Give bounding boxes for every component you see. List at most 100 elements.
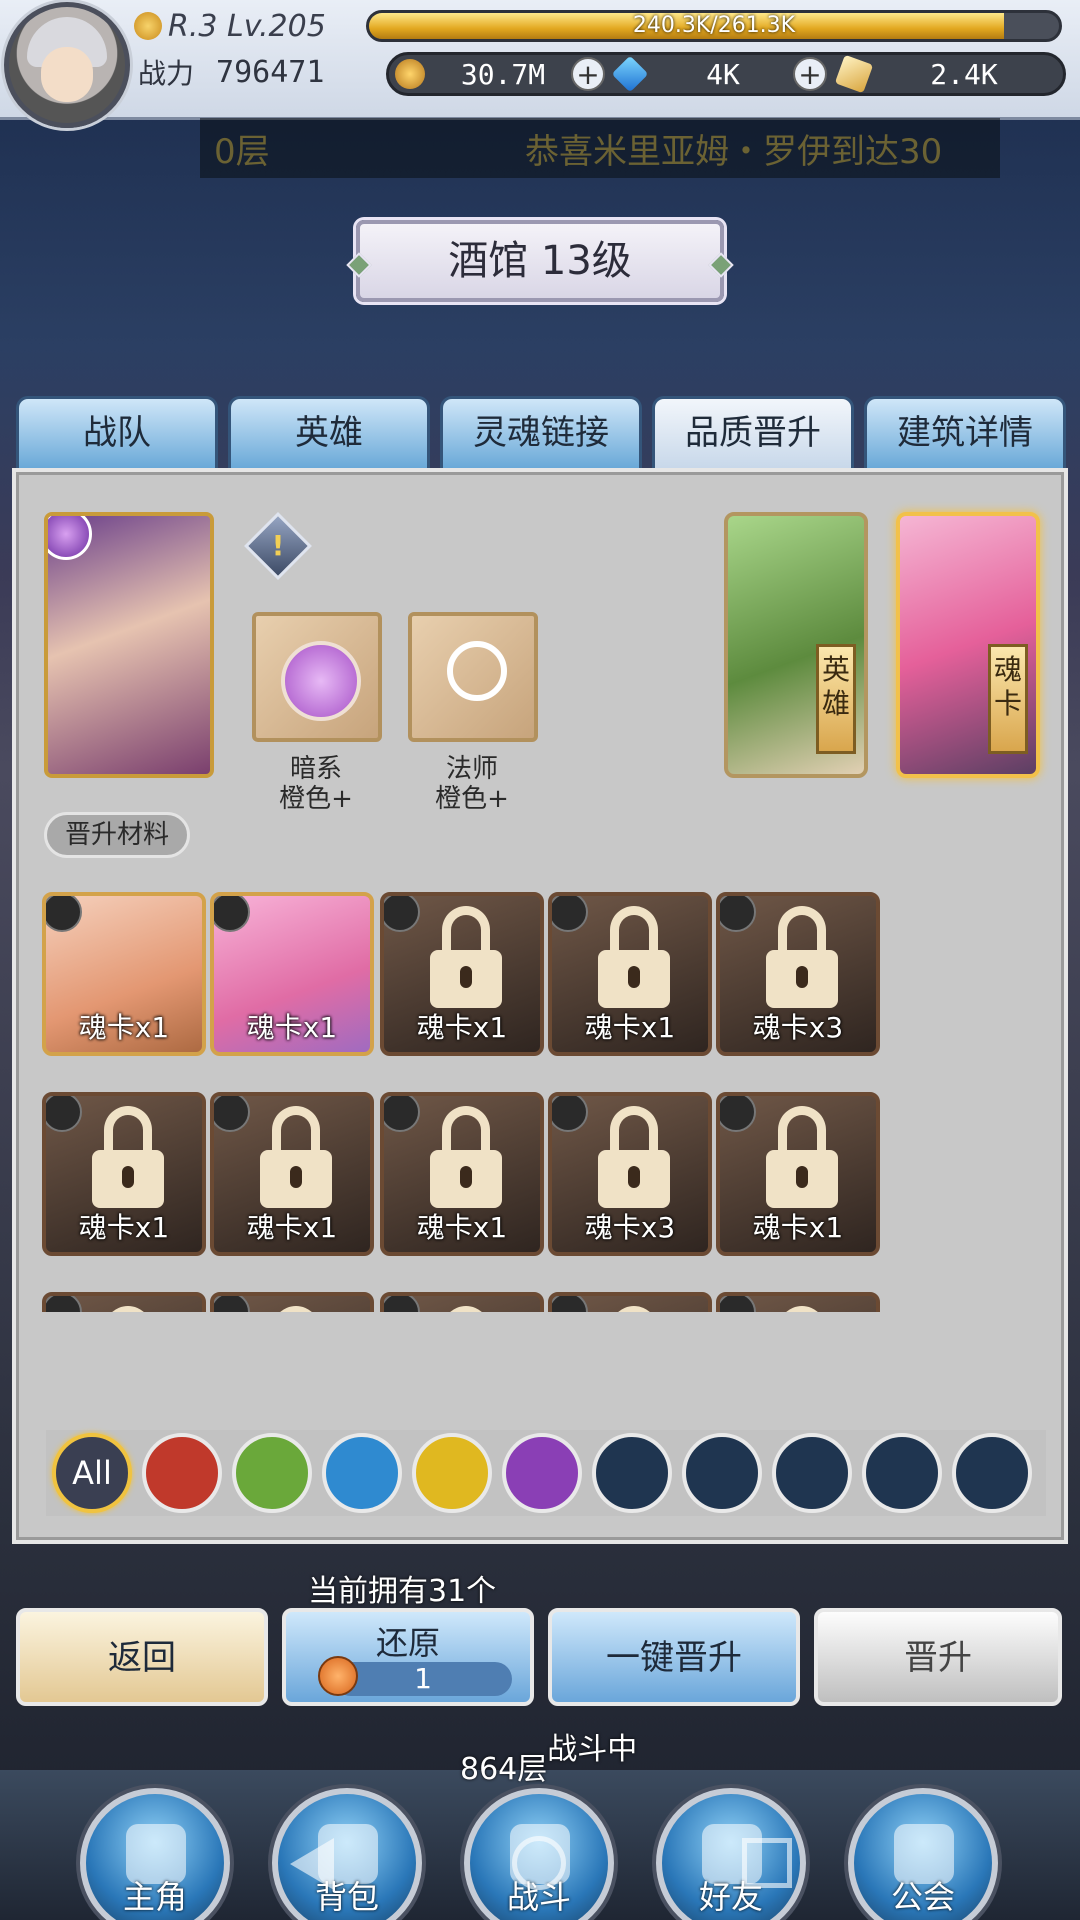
material-count: 魂卡x1 [78, 1011, 170, 1044]
restore-label: 还原 [375, 1624, 440, 1662]
material-card[interactable]: 魂卡x1 [210, 1092, 374, 1256]
nav-hero[interactable]: 主角 [80, 1788, 230, 1920]
filter-nature-icon[interactable] [232, 1433, 312, 1513]
mage-class-icon [48, 516, 92, 560]
materials-grid: 魂卡x1 魂卡x1 魂卡x1 魂卡x1 魂卡x3 魂卡x1 魂卡x1 魂卡x1 魂卡x3 魂卡x1 [16, 892, 1066, 1312]
system-back-icon[interactable] [290, 1838, 334, 1890]
filter-assassin-icon[interactable] [682, 1433, 762, 1513]
floor-status-state: 战斗中 [547, 1732, 638, 1767]
owned-count-text: 当前拥有31个 [308, 1574, 497, 1609]
back-button[interactable]: 返回 [16, 1608, 268, 1706]
tab-quality-upgrade[interactable]: 品质晋升 [652, 396, 854, 468]
material-card[interactable]: 魂卡x1 [380, 892, 544, 1056]
material-card[interactable]: 魂卡x1 [210, 892, 374, 1056]
material-card[interactable]: 魂卡x1 [548, 892, 712, 1056]
tab-heroes[interactable]: 英雄 [228, 396, 430, 468]
floor-status-floor: 864层 [460, 1752, 548, 1787]
restore-button[interactable]: 还原 1 [282, 1608, 534, 1706]
filter-mage-icon[interactable] [772, 1433, 852, 1513]
element-badge-icon [720, 896, 756, 932]
notice-message: 恭喜米里亚姆・罗伊到达30 [525, 131, 943, 172]
filter-dark-icon[interactable] [502, 1433, 582, 1513]
material-card[interactable] [548, 1292, 712, 1312]
upgrade-button[interactable]: 晋升 [814, 1608, 1062, 1706]
filter-water-icon[interactable] [322, 1433, 402, 1513]
lock-icon [430, 906, 502, 1008]
nav-guild[interactable]: 公会 [848, 1788, 998, 1920]
material-card[interactable]: 魂卡x1 [42, 1092, 206, 1256]
power-row: 战力 796471 [138, 52, 324, 92]
currency-soul: 2.4K [834, 54, 1049, 94]
tab-soul-link[interactable]: 灵魂链接 [440, 396, 642, 468]
filter-all-icon[interactable]: All [52, 1433, 132, 1513]
add-gem-button[interactable]: + [793, 57, 827, 91]
lock-icon [766, 1106, 838, 1208]
info-hint-icon[interactable]: ! [244, 512, 312, 580]
element-badge-icon [552, 1296, 588, 1312]
nav-hero-label: 主角 [122, 1878, 187, 1916]
requirement-dark-label: 暗系 橙色+ [246, 754, 386, 814]
element-badge-icon [552, 1096, 588, 1132]
banner-left-gem [346, 252, 372, 278]
material-count: 魂卡x1 [752, 1211, 844, 1244]
lock-icon [430, 1106, 502, 1208]
element-badge-icon [552, 896, 588, 932]
lock-icon [766, 906, 838, 1008]
power-value: 796471 [216, 54, 325, 90]
tab-bar: 战队 英雄 灵魂链接 品质晋升 建筑详情 [16, 396, 1066, 468]
material-count: 魂卡x1 [78, 1211, 170, 1244]
material-count: 魂卡x1 [246, 1211, 338, 1244]
material-count: 魂卡x1 [246, 1011, 338, 1044]
gold-value: 30.7M [460, 57, 546, 91]
material-count: 魂卡x3 [584, 1211, 676, 1244]
filter-tank-icon[interactable] [862, 1433, 942, 1513]
target-hero-card[interactable]: 英雄 [724, 512, 868, 778]
material-card[interactable] [210, 1292, 374, 1312]
filter-light-icon[interactable] [412, 1433, 492, 1513]
gold-coin-icon [395, 59, 425, 89]
target-soul-card[interactable]: 魂卡 [896, 512, 1040, 778]
mage-staff-icon [447, 641, 507, 701]
req-mage-line2: 橙色+ [435, 784, 509, 814]
avatar-face [41, 47, 93, 102]
material-count: 魂卡x1 [416, 1211, 508, 1244]
currency-gold: 30.7M + [395, 55, 605, 93]
material-card[interactable] [716, 1292, 880, 1312]
material-card[interactable]: 魂卡x3 [716, 892, 880, 1056]
system-home-icon[interactable] [512, 1836, 566, 1890]
rank-row: R.3 Lv.205 [134, 8, 326, 44]
currency-gem: 4K + [611, 55, 827, 93]
material-card[interactable]: 魂卡x1 [42, 892, 206, 1056]
banner-right-gem [708, 252, 734, 278]
material-card[interactable] [380, 1292, 544, 1312]
filter-fire-icon[interactable] [142, 1433, 222, 1513]
soul-card-tag: 魂卡 [988, 644, 1028, 754]
exp-text: 240.3K/261.3K [632, 13, 796, 38]
element-badge-icon [384, 1096, 420, 1132]
element-badge-icon [214, 896, 250, 932]
element-badge-icon [384, 896, 420, 932]
element-badge-icon [46, 896, 82, 932]
element-badge-icon [46, 1096, 82, 1132]
material-card[interactable] [42, 1292, 206, 1312]
element-badge-icon [214, 1096, 250, 1132]
materials-label: 晋升材料 [44, 812, 190, 858]
notice-floor: 0层 [214, 131, 270, 172]
soul-value: 2.4K [930, 57, 998, 91]
hero-tag: 英雄 [816, 644, 856, 754]
req-dark-line1: 暗系 [289, 754, 342, 784]
auto-upgrade-button[interactable]: 一键晋升 [548, 1608, 800, 1706]
building-title: 酒馆 13级 [448, 238, 632, 284]
material-card[interactable]: 魂卡x1 [716, 1092, 880, 1256]
filter-warrior-icon[interactable] [592, 1433, 672, 1513]
add-gold-button[interactable]: + [571, 57, 605, 91]
system-recent-icon[interactable] [742, 1838, 792, 1888]
selected-hero-card[interactable] [44, 512, 214, 778]
player-avatar[interactable] [4, 2, 130, 128]
material-count: 魂卡x1 [584, 1011, 676, 1044]
material-card[interactable]: 魂卡x3 [548, 1092, 712, 1256]
tab-team[interactable]: 战队 [16, 396, 218, 468]
material-card[interactable]: 魂卡x1 [380, 1092, 544, 1256]
tab-building-details[interactable]: 建筑详情 [864, 396, 1066, 468]
filter-support-icon[interactable] [952, 1433, 1032, 1513]
